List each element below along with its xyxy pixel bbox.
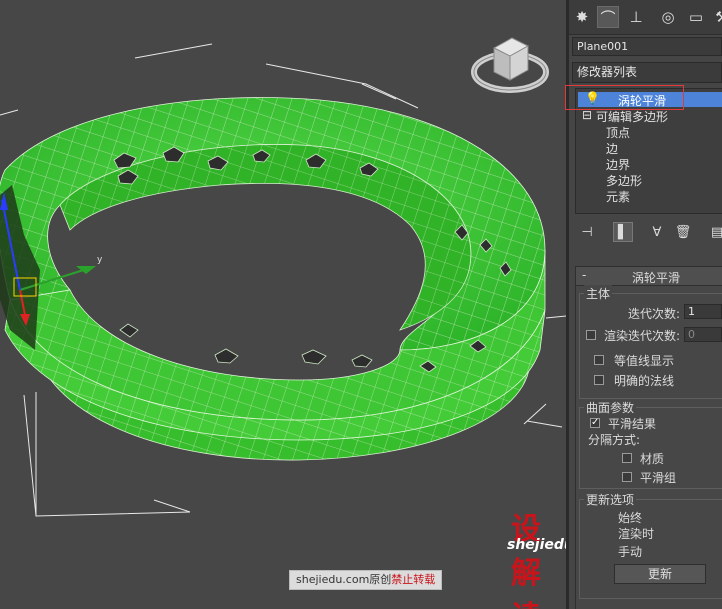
smoothing-groups-label: 平滑组 xyxy=(640,471,677,485)
display-tab-icon[interactable]: ▭ xyxy=(685,6,707,28)
render-iters-label: 渲染迭代次数: xyxy=(604,329,681,343)
turbosmooth-rollout: - 涡轮平滑 主体 迭代次数: 1 渲染迭代次数: 0 等值线显示 明确的法线 … xyxy=(575,266,722,609)
green-ring-mesh xyxy=(0,97,546,461)
subobject-vertex[interactable]: 顶点 xyxy=(606,124,630,141)
materials-label: 材质 xyxy=(640,452,665,466)
smooth-result-checkbox[interactable]: ✓ xyxy=(590,418,600,428)
smooth-result-label: 平滑结果 xyxy=(608,417,657,431)
render-iters-spinner[interactable]: 0 xyxy=(684,327,722,342)
manually-option[interactable]: 手动 xyxy=(618,543,642,560)
viewcube[interactable] xyxy=(471,37,549,93)
explicit-normals-checkbox[interactable] xyxy=(594,375,604,385)
modify-tab-icon[interactable]: ⌒ xyxy=(597,6,619,28)
subobject-element[interactable]: 元素 xyxy=(606,188,630,205)
subobject-polygon[interactable]: 多边形 xyxy=(606,172,642,189)
perspective-viewport[interactable]: y 设解读 shejiedu.com shejiedu.com原创禁止转载 xyxy=(0,0,566,609)
credit-banner: shejiedu.com原创禁止转载 xyxy=(289,570,443,590)
collapse-icon[interactable]: - xyxy=(582,268,586,282)
gizmo-axis-y-label: y xyxy=(97,255,103,265)
show-end-result-icon[interactable]: ▌ xyxy=(613,222,633,242)
pin-stack-icon[interactable]: ⊣ xyxy=(577,222,597,242)
viewport-scene: y xyxy=(0,37,566,517)
configure-modifier-sets-icon[interactable]: ▤ xyxy=(707,222,722,242)
stack-item-editable-poly[interactable]: 可编辑多边形 xyxy=(596,108,668,125)
separate-by-label: 分隔方式: xyxy=(588,433,641,447)
rollout-title: 涡轮平滑 xyxy=(632,271,681,285)
highlight-box xyxy=(565,85,684,110)
surface-group-label: 曲面参数 xyxy=(584,399,637,416)
watermark-url: shejiedu.com xyxy=(507,537,566,553)
explicit-normals-label: 明确的法线 xyxy=(614,374,675,388)
subobject-border[interactable]: 边界 xyxy=(606,156,630,173)
subobject-edge[interactable]: 边 xyxy=(606,140,618,157)
command-panel-tabs: ✸ ⌒ ⊥ ◎ ▭ ⚒ xyxy=(569,0,722,35)
update-group xyxy=(579,499,722,599)
isoline-label: 等值线显示 xyxy=(614,354,675,368)
remove-modifier-icon[interactable]: 🗑 xyxy=(673,222,693,242)
create-tab-icon[interactable]: ✸ xyxy=(571,6,593,28)
object-name-field[interactable]: Plane001 xyxy=(572,37,722,56)
motion-tab-icon[interactable]: ◎ xyxy=(657,6,679,28)
expand-minus-icon[interactable]: ⊟ xyxy=(582,108,592,122)
isoline-checkbox[interactable] xyxy=(594,355,604,365)
render-iters-checkbox[interactable] xyxy=(586,330,596,340)
iterations-label: 迭代次数: xyxy=(628,307,681,321)
main-group-label: 主体 xyxy=(584,285,613,302)
make-unique-icon[interactable]: ∀ xyxy=(647,222,667,242)
credit-text: shejiedu.com原创 xyxy=(296,573,392,586)
watermark-logo: 设解读 xyxy=(511,512,541,609)
update-group-label: 更新选项 xyxy=(584,491,637,508)
update-button[interactable]: 更新 xyxy=(614,564,706,584)
smoothing-groups-checkbox[interactable] xyxy=(622,472,632,482)
rollout-header[interactable]: - 涡轮平滑 xyxy=(576,267,722,286)
materials-checkbox[interactable] xyxy=(622,453,632,463)
hierarchy-tab-icon[interactable]: ⊥ xyxy=(625,6,647,28)
modifier-list-dropdown[interactable]: 修改器列表 xyxy=(572,62,722,83)
credit-warning: 禁止转载 xyxy=(391,573,436,586)
iterations-spinner[interactable]: 1 xyxy=(684,304,722,319)
when-rendering-option[interactable]: 渲染时 xyxy=(618,525,654,542)
always-option[interactable]: 始终 xyxy=(618,509,642,526)
utilities-tab-icon[interactable]: ⚒ xyxy=(711,6,722,28)
